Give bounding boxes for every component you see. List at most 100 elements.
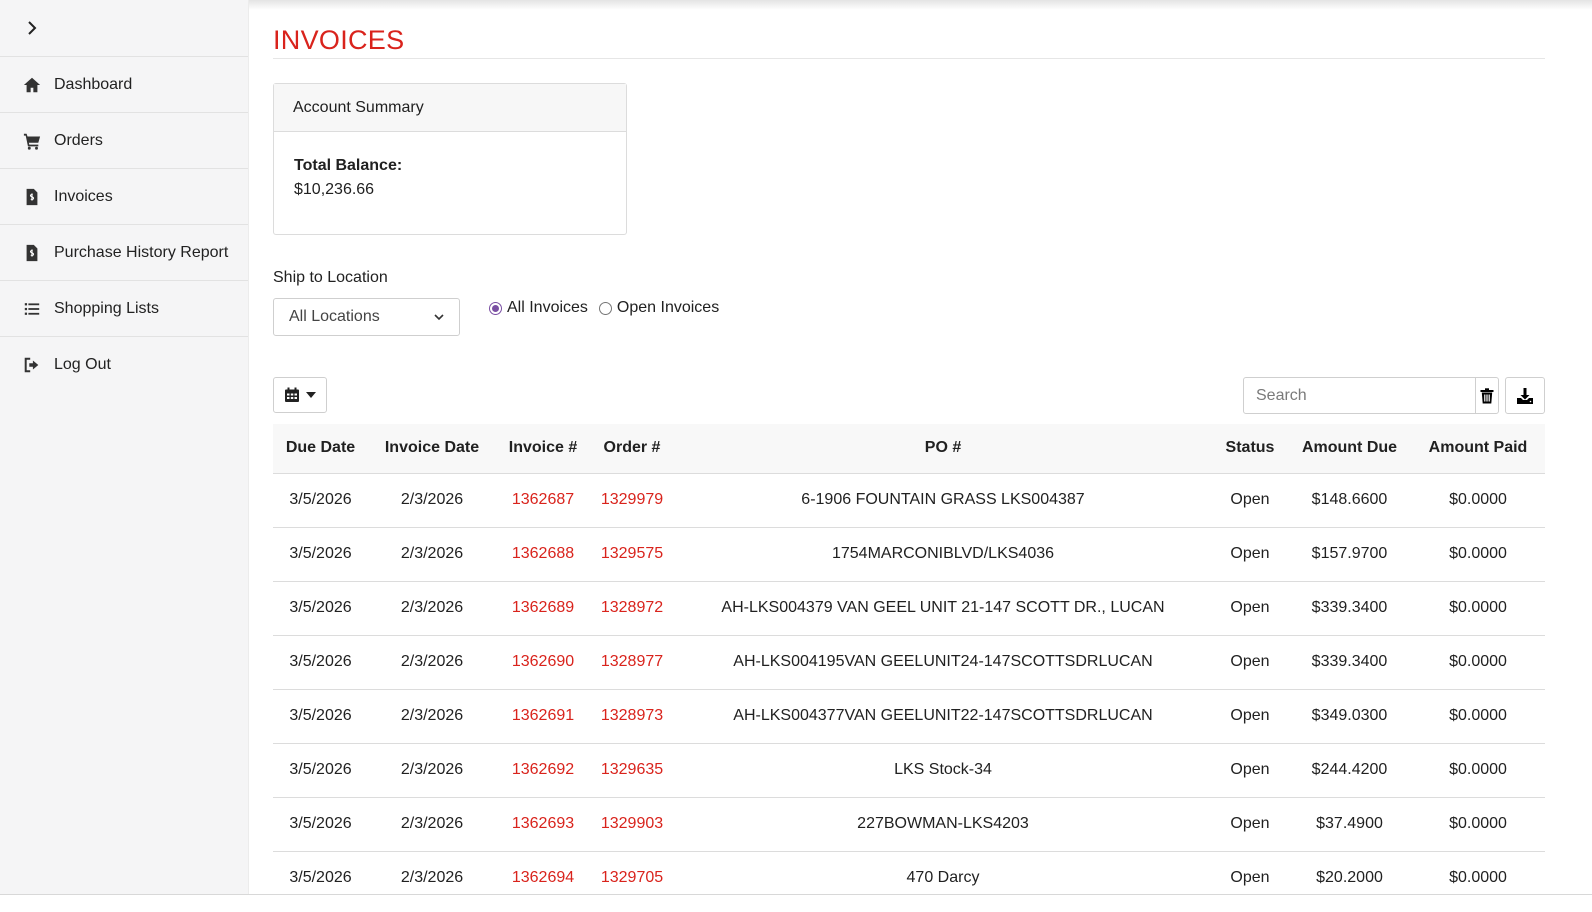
column-header-amount-paid[interactable]: Amount Paid bbox=[1411, 424, 1545, 474]
amount-due-cell: $37.4900 bbox=[1316, 815, 1383, 832]
amount-paid-cell: $0.0000 bbox=[1449, 707, 1507, 724]
order-number-link[interactable]: 1329635 bbox=[590, 743, 674, 797]
search-input[interactable] bbox=[1244, 378, 1475, 413]
invoice-date-cell: 2/3/2026 bbox=[400, 815, 464, 832]
amount-paid-cell: $0.0000 bbox=[1449, 491, 1507, 508]
column-header-invoice-date[interactable]: Invoice Date bbox=[368, 424, 496, 474]
invoice-number-link[interactable]: 1362693 bbox=[496, 797, 590, 851]
sidebar-item-label: Orders bbox=[54, 131, 103, 149]
column-header-invoice-number[interactable]: Invoice # bbox=[496, 424, 590, 474]
invoice-number-link[interactable]: 1362688 bbox=[496, 527, 590, 581]
amount-paid-cell: $0.0000 bbox=[1449, 545, 1507, 562]
sidebar-item-purchase-history[interactable]: Purchase History Report bbox=[0, 225, 248, 281]
radio-indicator[interactable] bbox=[598, 301, 612, 315]
due-date-cell: 3/5/2026 bbox=[289, 491, 352, 508]
column-header-amount-due[interactable]: Amount Due bbox=[1288, 424, 1411, 474]
sidebar: Dashboard Orders Invoices Purchase Histo… bbox=[0, 0, 249, 912]
due-date-cell: 3/5/2026 bbox=[289, 599, 352, 616]
order-number-link[interactable]: 1328972 bbox=[590, 581, 674, 635]
total-balance-label: Total Balance: bbox=[294, 157, 403, 174]
status-cell: Open bbox=[1230, 545, 1270, 562]
caret-down-icon bbox=[306, 392, 316, 398]
table-row: 3/5/2026 2/3/2026 1362690 1328977 AH-LKS0041… bbox=[273, 635, 1545, 689]
download-icon bbox=[1517, 387, 1533, 404]
order-number-link[interactable]: 1328973 bbox=[590, 689, 674, 743]
table-row: 3/5/2026 2/3/2026 1362689 1328972 AH-LKS0043… bbox=[273, 581, 1545, 635]
status-cell: Open bbox=[1230, 707, 1270, 724]
po-number-cell: 6-1906 FOUNTAIN GRASS LKS004387 bbox=[801, 491, 1085, 508]
due-date-cell: 3/5/2026 bbox=[289, 545, 352, 562]
column-header-order-number[interactable]: Order # bbox=[590, 424, 674, 474]
sidebar-item-shopping-lists[interactable]: Shopping Lists bbox=[0, 281, 248, 337]
status-cell: Open bbox=[1230, 653, 1270, 670]
home-icon bbox=[22, 75, 42, 95]
amount-due-cell: $157.9700 bbox=[1311, 545, 1388, 562]
all-invoices-radio[interactable]: All Invoices bbox=[489, 299, 588, 317]
account-summary-card: Account Summary Total Balance: $10,236.6… bbox=[273, 83, 627, 235]
order-number-link[interactable]: 1329575 bbox=[590, 527, 674, 581]
column-header-due-date[interactable]: Due Date bbox=[273, 424, 368, 474]
po-number-cell: LKS Stock-34 bbox=[894, 761, 992, 778]
status-cell: Open bbox=[1230, 491, 1270, 508]
po-number-cell: 1754MARCONIBLVD/LKS4036 bbox=[831, 545, 1055, 562]
sidebar-item-label: Purchase History Report bbox=[54, 243, 229, 261]
invoice-number-link[interactable]: 1362691 bbox=[496, 689, 590, 743]
table-row: 3/5/2026 2/3/2026 1362692 1329635 LKS Stock-… bbox=[273, 743, 1545, 797]
po-number-cell: 227BOWMAN-LKS4203 bbox=[857, 815, 1029, 832]
download-button[interactable] bbox=[1505, 377, 1545, 414]
invoice-icon bbox=[22, 243, 42, 263]
trash-icon bbox=[1480, 387, 1494, 403]
amount-due-cell: $339.3400 bbox=[1311, 653, 1388, 670]
order-number-link[interactable]: 1328977 bbox=[590, 635, 674, 689]
sidebar-item-invoices[interactable]: Invoices bbox=[0, 169, 248, 225]
table-row: 3/5/2026 2/3/2026 1362691 1328973 AH-LKS0043… bbox=[273, 689, 1545, 743]
amount-due-cell: $148.6600 bbox=[1311, 491, 1388, 508]
po-number-cell: AH-LKS004195VAN GEELUNIT24-147SCOTTSDRLU… bbox=[733, 653, 1153, 670]
amount-paid-cell: $0.0000 bbox=[1449, 761, 1507, 778]
calendar-icon bbox=[285, 387, 299, 402]
status-cell: Open bbox=[1230, 599, 1270, 616]
status-cell: Open bbox=[1230, 815, 1270, 832]
logout-icon bbox=[22, 355, 42, 375]
cart-icon bbox=[22, 131, 42, 151]
invoice-filter-radios: All Invoices Open Invoices bbox=[489, 299, 730, 317]
sidebar-item-orders[interactable]: Orders bbox=[0, 113, 248, 169]
date-filter-button[interactable] bbox=[273, 377, 327, 413]
po-number-cell: AH-LKS004377VAN GEELUNIT22-147SCOTTSDRLU… bbox=[733, 707, 1153, 724]
due-date-cell: 3/5/2026 bbox=[289, 761, 352, 778]
invoice-number-link[interactable]: 1362687 bbox=[496, 473, 590, 527]
due-date-cell: 3/5/2026 bbox=[289, 653, 352, 670]
total-balance-value: $10,236.66 bbox=[294, 181, 375, 198]
order-number-link[interactable]: 1329979 bbox=[590, 473, 674, 527]
column-header-status[interactable]: Status bbox=[1212, 424, 1288, 474]
all-invoices-label: All Invoices bbox=[507, 299, 588, 316]
column-header-po-number[interactable]: PO # bbox=[674, 424, 1212, 474]
invoice-date-cell: 2/3/2026 bbox=[400, 707, 464, 724]
account-summary-body: Total Balance: $10,236.66 bbox=[274, 132, 626, 224]
clear-search-button[interactable] bbox=[1475, 378, 1498, 413]
search-box bbox=[1243, 377, 1499, 414]
invoice-number-link[interactable]: 1362689 bbox=[496, 581, 590, 635]
list-icon bbox=[22, 299, 42, 319]
order-number-link[interactable]: 1329903 bbox=[590, 797, 674, 851]
chevron-down-icon bbox=[434, 314, 444, 321]
sidebar-item-dashboard[interactable]: Dashboard bbox=[0, 57, 248, 113]
invoice-number-link[interactable]: 1362692 bbox=[496, 743, 590, 797]
due-date-cell: 3/5/2026 bbox=[289, 707, 352, 724]
invoice-number-link[interactable]: 1362690 bbox=[496, 635, 590, 689]
due-date-cell: 3/5/2026 bbox=[289, 815, 352, 832]
amount-paid-cell: $0.0000 bbox=[1449, 815, 1507, 832]
ship-to-location-select[interactable]: All Locations bbox=[273, 298, 460, 336]
sidebar-item-logout[interactable]: Log Out bbox=[0, 337, 248, 393]
invoices-table: Due Date Invoice Date Invoice # Order # … bbox=[273, 424, 1545, 906]
amount-due-cell: $244.4200 bbox=[1311, 761, 1388, 778]
amount-due-cell: $349.0300 bbox=[1311, 707, 1388, 724]
sidebar-item-label: Shopping Lists bbox=[54, 299, 159, 317]
invoice-date-cell: 2/3/2026 bbox=[400, 599, 464, 616]
open-invoices-radio[interactable]: Open Invoices bbox=[598, 299, 719, 317]
invoice-date-cell: 2/3/2026 bbox=[400, 545, 464, 562]
table-header-row: Due Date Invoice Date Invoice # Order # … bbox=[273, 424, 1545, 474]
radio-indicator[interactable] bbox=[489, 301, 502, 315]
sidebar-toggle-button[interactable] bbox=[0, 0, 248, 57]
table-row: 3/5/2026 2/3/2026 1362687 1329979 6-1906 FOU… bbox=[273, 473, 1545, 527]
